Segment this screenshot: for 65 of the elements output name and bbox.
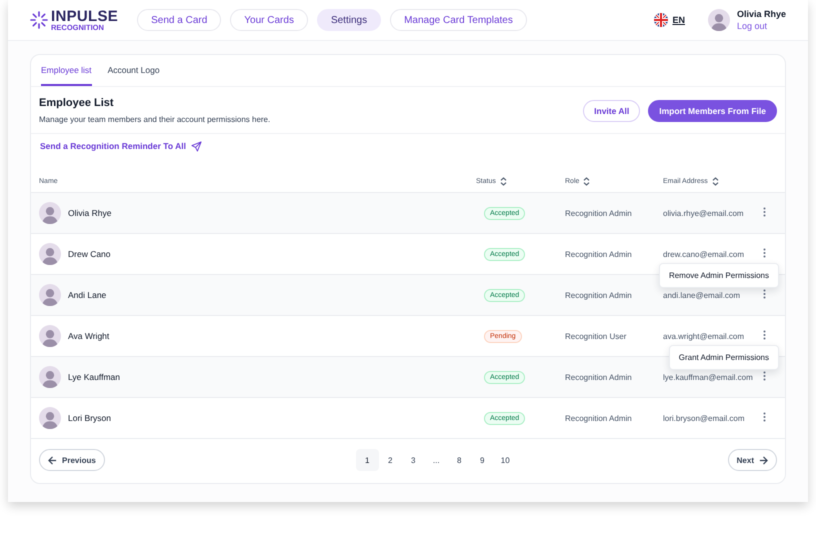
sort-icon[interactable]	[583, 176, 590, 186]
email-cell-text: lye.kauffman@email.com	[662, 372, 754, 382]
email-cell-text: drew.cano@email.com	[662, 250, 746, 258]
avatar	[39, 243, 61, 265]
email-cell-text: olivia.rhye@email.com	[662, 208, 745, 218]
next-button[interactable]: Next	[728, 449, 777, 471]
page-button[interactable]: ...	[424, 449, 448, 471]
more-icon[interactable]	[763, 371, 766, 381]
page-button[interactable]: 3	[402, 449, 425, 471]
employee-name: Andi Lane	[68, 290, 106, 300]
employee-name: Ava Wright	[68, 331, 110, 341]
avatar	[39, 284, 61, 306]
more-icon[interactable]	[763, 248, 766, 258]
invite-button[interactable]: Invite All	[583, 100, 640, 122]
nav-tab[interactable]: Manage Card Templates	[390, 9, 527, 31]
more-icon[interactable]	[763, 207, 766, 217]
arrow-right-icon	[759, 456, 768, 464]
avatar	[708, 9, 730, 31]
email-cell-text: ava.wright@email.com	[662, 332, 746, 340]
user-name: Olivia Rhye	[736, 9, 786, 19]
nav-tab[interactable]: Settings	[316, 9, 382, 31]
more-icon[interactable]	[763, 330, 766, 340]
nav-tab[interactable]: Your Cards	[230, 9, 308, 31]
language-link[interactable]: EN	[672, 15, 685, 25]
sort-icon[interactable]	[500, 176, 507, 186]
previous-button[interactable]: Previous	[39, 449, 105, 471]
page-button[interactable]: 8	[448, 449, 471, 471]
role-cell-text: Recognition Admin	[564, 372, 633, 382]
flag-icon[interactable]	[654, 13, 668, 27]
menu-item[interactable]: Remove Admin Permissions	[658, 263, 779, 288]
send-icon[interactable]	[190, 140, 202, 152]
role-cell-text: Recognition Admin	[564, 414, 633, 422]
employee-name: Olivia Rhye	[68, 208, 112, 218]
page-button[interactable]: 9	[470, 449, 494, 471]
tab[interactable]: Employee list	[41, 65, 92, 86]
page-button[interactable]: 1	[356, 449, 379, 471]
avatar	[39, 407, 61, 429]
section-title: Employee List	[39, 97, 115, 109]
avatar	[39, 325, 61, 347]
more-icon[interactable]	[763, 289, 766, 299]
more-icon[interactable]	[763, 412, 766, 422]
nav-tab[interactable]: Send a Card	[137, 9, 222, 31]
reminder-link[interactable]: Send a Recognition Reminder To All	[40, 141, 186, 151]
section-description: Manage your team members and their account permissions here.	[39, 115, 272, 124]
employee-name: Lori Bryson	[68, 413, 111, 423]
role-cell-text: Recognition User	[564, 332, 628, 340]
employee-name: Drew Cano	[68, 249, 111, 259]
role-cell-text: Recognition Admin	[564, 208, 633, 218]
sort-icon[interactable]	[712, 176, 719, 186]
email-cell-text: andi.lane@email.com	[662, 290, 742, 300]
tab[interactable]: Account Logo	[108, 65, 160, 86]
page-button[interactable]: 10	[494, 449, 517, 471]
menu-item[interactable]: Grant Admin Permissions	[668, 345, 779, 370]
email-cell-text: lori.bryson@email.com	[662, 414, 746, 422]
logo-icon	[30, 11, 48, 29]
page-button[interactable]: 2	[378, 449, 402, 471]
role-cell-text: Recognition Admin	[564, 250, 633, 258]
logo-title: INPULSE	[51, 8, 118, 24]
import-button[interactable]: Import Members From File	[648, 100, 777, 122]
arrow-left-icon	[48, 456, 57, 464]
avatar	[39, 202, 61, 224]
employee-name: Lye Kauffman	[68, 372, 120, 382]
avatar	[39, 366, 61, 388]
role-cell-text: Recognition Admin	[564, 290, 633, 300]
logout-link[interactable]: Log out	[736, 21, 786, 31]
